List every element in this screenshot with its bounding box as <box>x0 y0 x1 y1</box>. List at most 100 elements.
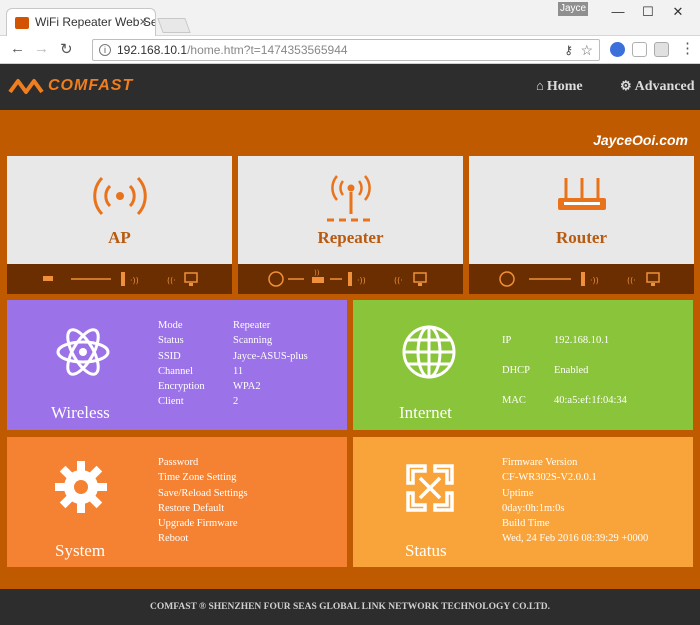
new-tab-button[interactable] <box>157 18 191 33</box>
extension-chart-icon[interactable] <box>632 42 647 57</box>
internet-panel[interactable]: Internet IP DHCP MAC 192.168.10.1 Enable… <box>353 300 693 430</box>
reboot-link[interactable]: Reboot <box>158 531 248 546</box>
watermark: JayceOoi.com <box>593 132 688 148</box>
wireless-status-value: Scanning <box>233 335 273 347</box>
tab-title: WiFi Repeater Web Serve <box>35 15 155 29</box>
wireless-ssid-value: Jayce-ASUS-plus <box>233 350 308 362</box>
bookmark-star-icon[interactable]: ☆ <box>580 42 593 59</box>
url-path: /home.htm?t=1474353565944 <box>187 43 348 57</box>
wireless-values: Repeater Scanning Jayce-ASUS-plus 11 WPA… <box>233 318 308 410</box>
gear-icon: ⚙ <box>620 78 632 93</box>
nav-home-label: Home <box>546 79 583 94</box>
wireless-key: Channel <box>158 365 193 377</box>
nav-home[interactable]: ⌂ Home <box>536 78 583 95</box>
minimize-button[interactable]: — <box>608 4 628 19</box>
firmware-version-value: CF-WR302S-V2.0.0.1 <box>502 472 597 484</box>
router-topology-icon: ·)) ((· <box>499 271 660 287</box>
nav-advanced-label: Advanced <box>634 79 695 94</box>
wireless-title: Wireless <box>51 403 110 422</box>
svg-text:)): )) <box>314 269 320 277</box>
wireless-encryption-value: WPA2 <box>233 381 261 393</box>
browser-menu-icon[interactable]: ⋮ <box>680 39 695 57</box>
favicon-icon <box>15 17 29 29</box>
wireless-mode-value: Repeater <box>233 320 271 331</box>
internet-mac-value: 40:a5:ef:1f:04:34 <box>554 395 627 406</box>
close-window-button[interactable]: ✕ <box>668 4 688 20</box>
broadcast-icon <box>92 176 147 216</box>
mode-card-router[interactable]: Router ·)) ((· <box>469 156 694 294</box>
mode-label-repeater: Repeater <box>317 228 384 247</box>
comfast-logo[interactable]: COMFAST <box>8 76 133 96</box>
wireless-key: Status <box>158 335 184 347</box>
internet-keys: IP DHCP MAC <box>502 326 530 416</box>
status-title: Status <box>405 541 447 560</box>
mode-label-router: Router <box>556 228 607 247</box>
firmware-version-label: Firmware Version <box>502 457 578 468</box>
address-bar[interactable]: i 192.168.10.1/home.htm?t=1474353565944 … <box>92 39 600 61</box>
cog-icon <box>55 461 107 513</box>
extension-puzzle-icon[interactable] <box>654 42 669 57</box>
save-reload-link[interactable]: Save/Reload Settings <box>158 486 248 501</box>
router-admin-page: COMFAST ⌂ Home ⚙ Advanced JayceOoi.com AP <box>0 64 700 625</box>
system-links: Password Time Zone Setting Save/Reload S… <box>158 455 248 547</box>
internet-key: IP <box>502 335 512 346</box>
url-host: 192.168.10.1 <box>117 43 188 57</box>
browser-tab[interactable]: WiFi Repeater Web Serve × <box>6 8 156 36</box>
browser-titlebar: WiFi Repeater Web Serve × Jayce — ☐ ✕ <box>0 0 700 36</box>
atom-icon <box>56 328 110 376</box>
wireless-key: Mode <box>158 320 183 331</box>
svg-text:·)): ·)) <box>357 276 366 285</box>
wireless-panel[interactable]: Wireless Mode Status SSID Channel Encryp… <box>7 300 347 430</box>
internet-key: DHCP <box>502 365 531 376</box>
back-icon[interactable]: ← <box>10 40 25 57</box>
build-time-label: Build Time <box>502 518 550 530</box>
wireless-client-value: 2 <box>233 396 239 408</box>
mode-card-repeater[interactable]: Repeater )) ·)) ((· <box>238 156 463 294</box>
wireless-channel-value: 11 <box>233 365 244 377</box>
home-icon: ⌂ <box>536 78 544 93</box>
wireless-key: Client <box>158 396 184 408</box>
router-icon <box>557 178 606 210</box>
wireless-key: SSID <box>158 350 181 362</box>
internet-dhcp-value: Enabled <box>554 365 589 376</box>
tower-icon <box>326 175 375 222</box>
mode-card-ap[interactable]: AP ·)) ((· <box>7 156 232 294</box>
status-panel[interactable]: Status Firmware Version CF-WR302S-V2.0.0… <box>353 437 693 567</box>
reload-icon[interactable]: ↻ <box>60 40 73 58</box>
uptime-label: Uptime <box>502 487 534 499</box>
build-time-value: Wed, 24 Feb 2016 08:39:29 +0000 <box>502 533 649 545</box>
site-footer: COMFAST ® SHENZHEN FOUR SEAS GLOBAL LINK… <box>0 589 700 625</box>
upgrade-firmware-link[interactable]: Upgrade Firmware <box>158 516 248 531</box>
password-link[interactable]: Password <box>158 455 248 470</box>
forward-icon[interactable]: → <box>34 40 49 57</box>
key-icon[interactable]: ⚷ <box>564 43 573 57</box>
svg-text:((·: ((· <box>167 276 176 285</box>
brand-name: COMFAST <box>48 77 134 94</box>
globe-icon <box>402 325 456 379</box>
profile-badge[interactable]: Jayce <box>558 2 588 16</box>
internet-values: 192.168.10.1 Enabled 40:a5:ef:1f:04:34 <box>554 326 627 416</box>
svg-text:·)): ·)) <box>130 276 139 285</box>
tab-close-icon[interactable]: × <box>139 14 147 29</box>
svg-text:·)): ·)) <box>590 276 599 285</box>
status-info: Firmware Version CF-WR302S-V2.0.0.1 Upti… <box>502 455 648 547</box>
comfast-logo-icon <box>8 79 44 94</box>
maximize-button[interactable]: ☐ <box>638 4 658 20</box>
extension-icon[interactable] <box>610 42 625 57</box>
restore-default-link[interactable]: Restore Default <box>158 501 248 516</box>
internet-key: MAC <box>502 395 526 406</box>
system-title: System <box>55 541 106 560</box>
status-windows-icon <box>406 464 454 512</box>
info-icon[interactable]: i <box>99 44 111 56</box>
nav-advanced[interactable]: ⚙ Advanced <box>620 78 695 95</box>
ap-topology-icon: ·)) ((· <box>43 272 198 286</box>
svg-text:((·: ((· <box>627 276 636 285</box>
uptime-value: 0day:0h:1m:0s <box>502 502 565 514</box>
browser-toolbar: ← → ↻ i 192.168.10.1/home.htm?t=14743535… <box>0 36 700 64</box>
mode-label-ap: AP <box>108 228 131 247</box>
repeater-topology-icon: )) ·)) ((· <box>268 269 427 287</box>
time-zone-link[interactable]: Time Zone Setting <box>158 470 248 485</box>
svg-text:((·: ((· <box>394 276 403 285</box>
internet-title: Internet <box>399 403 452 422</box>
system-panel[interactable]: System Password Time Zone Setting Save/R… <box>7 437 347 567</box>
